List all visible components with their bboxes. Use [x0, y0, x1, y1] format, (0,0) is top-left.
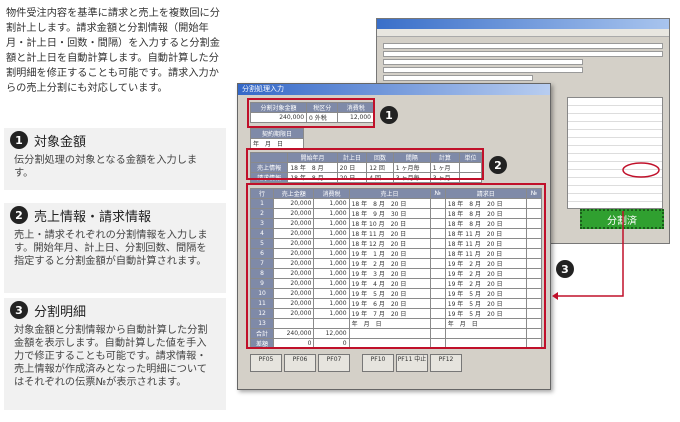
pf05-button[interactable]: PF05	[250, 354, 282, 372]
highlight-detail	[246, 183, 546, 349]
pf11-cancel-button[interactable]: PF11 中止	[396, 354, 428, 372]
card-title: 売上情報・請求情報	[34, 209, 152, 225]
card-title: 対象金額	[34, 134, 87, 150]
order-window-titlebar	[377, 19, 669, 29]
contract-date-input[interactable]: 年 月 日	[250, 138, 304, 149]
badge-2: 2	[489, 156, 507, 174]
split-done-button[interactable]: 分割済	[580, 209, 664, 229]
card-split-detail: 3 分割明細 対象金額と分割情報から自動計算した分割金額を表示します。自動計算した…	[4, 298, 226, 410]
highlight-amount	[247, 98, 375, 128]
card-body: 売上・請求それぞれの分割情報を入力します。開始年月、計上日、分割回数、間隔を指定…	[14, 230, 208, 267]
card-body: 対象金額と分割情報から自動計算した分割金額を表示します。自動計算した値を手入力で…	[14, 325, 208, 388]
pf06-button[interactable]: PF06	[284, 354, 316, 372]
highlight-info	[246, 148, 484, 180]
number-badge: 3	[10, 301, 28, 319]
order-detail-list	[567, 97, 663, 209]
badge-3: 3	[556, 260, 574, 278]
pf10-button[interactable]: PF10	[362, 354, 394, 372]
order-window-toolbar	[377, 29, 669, 37]
card-body: 伝分割処理の対象となる金額を入力します。	[14, 155, 198, 179]
card-title: 分割明細	[34, 304, 87, 320]
card-target-amount: 1 対象金額 伝分割処理の対象となる金額を入力します。	[4, 128, 226, 190]
number-badge: 1	[10, 131, 28, 149]
arrow-head	[552, 292, 558, 300]
pf07-button[interactable]: PF07	[318, 354, 350, 372]
intro-text: 物件受注内容を基準に請求と売上を複数回に分割計上します。請求金額と分割情報（開始…	[6, 8, 220, 94]
number-badge: 2	[10, 206, 28, 224]
dialog-title: 分割処理入力	[238, 84, 550, 95]
pf12-button[interactable]: PF12	[430, 354, 462, 372]
contract-date-table: 契約期限日 年 月 日	[250, 128, 304, 149]
badge-1: 1	[380, 106, 398, 124]
card-sales-billing-info: 2 売上情報・請求情報 売上・請求それぞれの分割情報を入力します。開始年月、計上日…	[4, 203, 226, 293]
